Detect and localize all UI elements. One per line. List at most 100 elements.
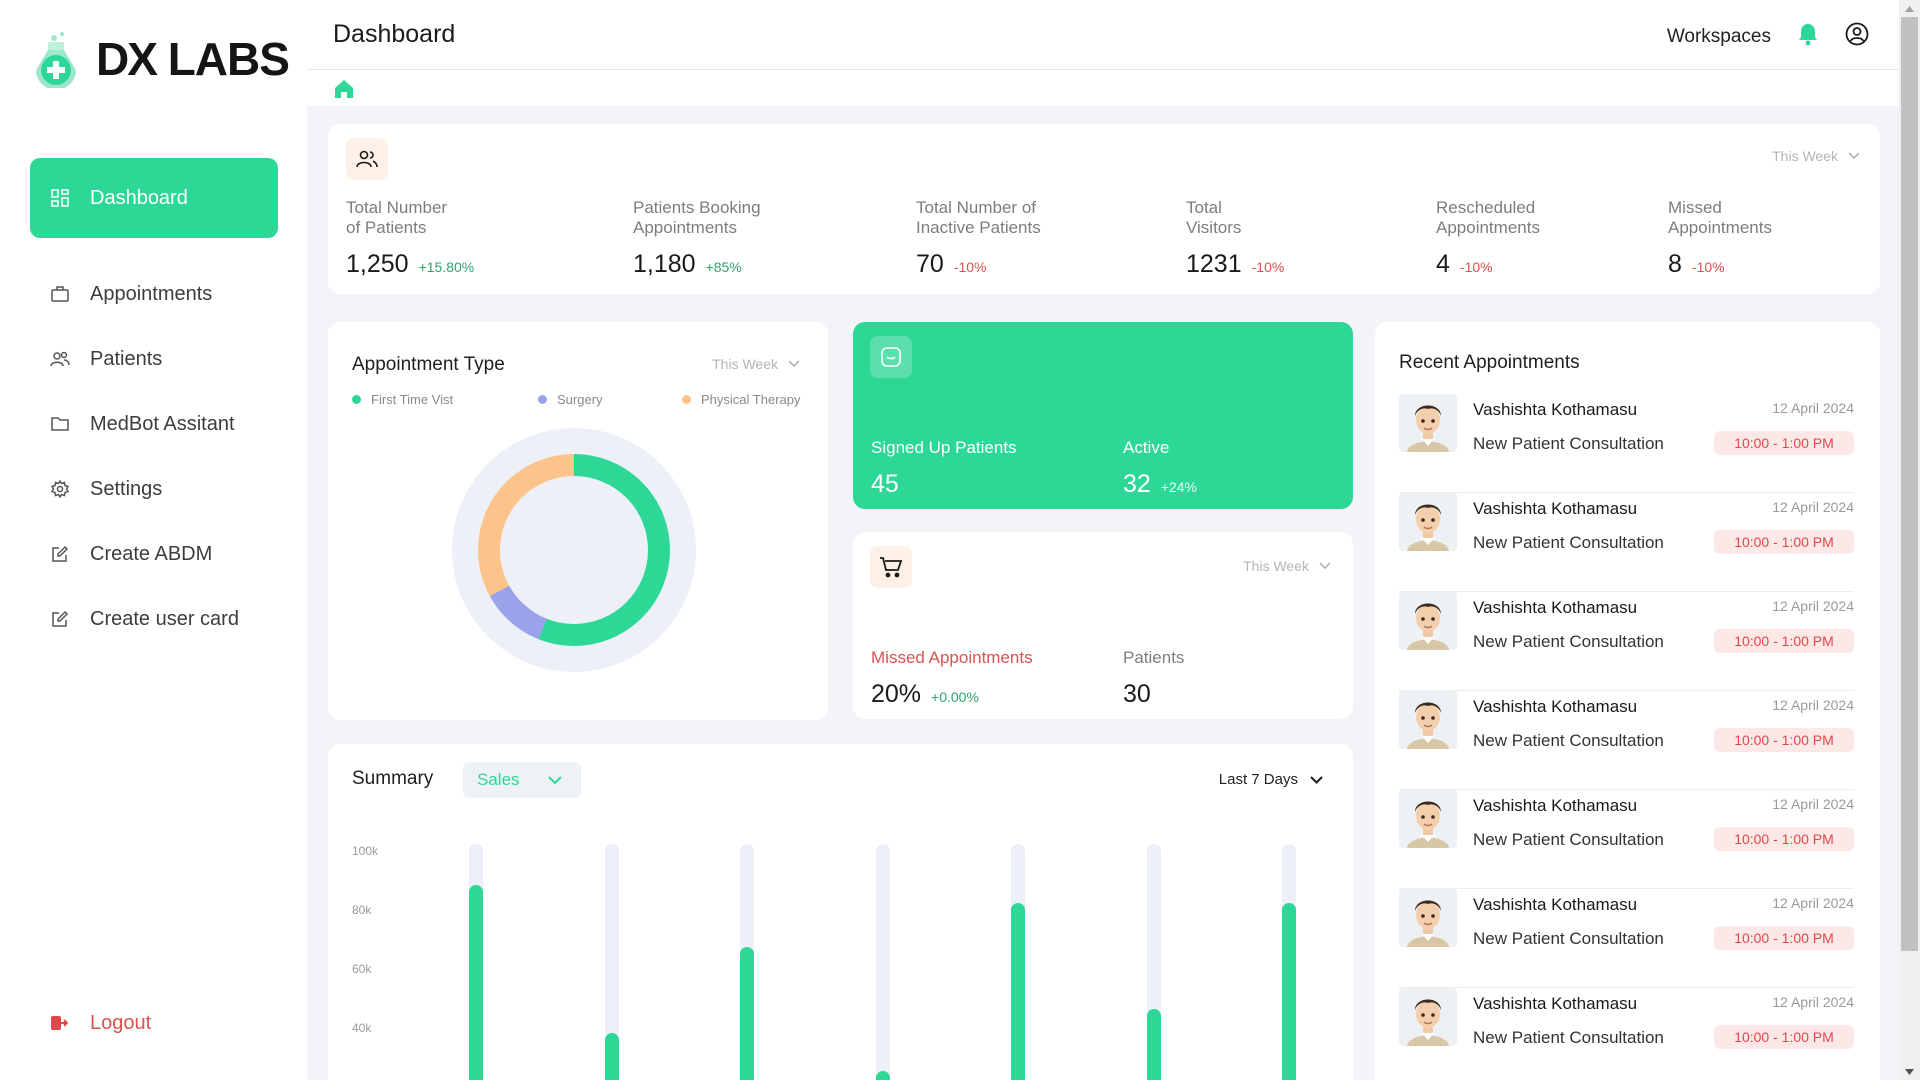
stat-value: 8 — [1668, 250, 1682, 278]
logout-button[interactable]: Logout — [50, 1012, 151, 1035]
patient-name: Vashishta Kothamasu — [1473, 796, 1638, 815]
sidebar-item-label: Create user card — [90, 607, 239, 630]
stat-value: 20% — [871, 680, 922, 708]
appointment-type: New Patient Consultation — [1473, 632, 1664, 651]
stat-rescheduled-appointments: Rescheduled Appointments 4 -10% — [1436, 198, 1540, 279]
recent-appointments-card: Recent Appointments Vashishta Kothamasu N… — [1375, 322, 1880, 1080]
appointment-time-badge: 10:00 - 1:00 PM — [1714, 431, 1854, 455]
scroll-up-arrow-icon[interactable] — [1899, 0, 1920, 17]
scrollbar-thumb[interactable] — [1901, 17, 1918, 951]
page-scrollbar[interactable] — [1899, 0, 1920, 1080]
stat-change: -10% — [1251, 259, 1285, 275]
scroll-down-arrow-icon[interactable] — [1899, 1063, 1920, 1080]
period-label: This Week — [712, 356, 778, 372]
appointment-list-item[interactable]: Vashishta Kothamasu New Patient Consultat… — [1399, 394, 1854, 493]
sidebar-item-medbot-assistant[interactable]: MedBot Assitant — [30, 392, 278, 456]
chevron-down-icon — [788, 360, 800, 368]
summary-card: Summary Sales Last 7 Days 100k 80k 60k 4… — [328, 744, 1353, 1080]
stat-label: Patients Booking Appointments — [633, 198, 761, 237]
appointment-list-item[interactable]: Vashishta Kothamasu New Patient Consultat… — [1399, 889, 1854, 988]
sidebar-item-appointments[interactable]: Appointments — [30, 262, 278, 326]
appointment-time-badge: 10:00 - 1:00 PM — [1714, 728, 1854, 752]
appointment-date: 12 April 2024 — [1772, 598, 1854, 614]
users-icon — [346, 138, 388, 180]
bar[interactable] — [876, 1071, 890, 1080]
sidebar-item-patients[interactable]: Patients — [30, 327, 278, 391]
appointment-list-item[interactable]: Vashishta Kothamasu New Patient Consultat… — [1399, 592, 1854, 691]
users-icon — [50, 349, 70, 369]
bar[interactable] — [1011, 903, 1025, 1080]
stat-change: -10% — [1691, 259, 1725, 275]
sidebar-item-create-user-card[interactable]: Create user card — [30, 587, 278, 651]
patient-name: Vashishta Kothamasu — [1473, 994, 1638, 1013]
sidebar-item-label: Settings — [90, 477, 163, 500]
y-tick-label: 40k — [352, 1021, 372, 1035]
card-title: Appointment Type — [352, 354, 505, 375]
appointment-type-period-select[interactable]: This Week — [712, 356, 800, 372]
appointment-time-badge: 10:00 - 1:00 PM — [1714, 629, 1854, 653]
bell-icon[interactable] — [1797, 22, 1819, 51]
bar[interactable] — [1282, 903, 1296, 1080]
stat-value: 4 — [1436, 250, 1450, 278]
appointment-date: 12 April 2024 — [1772, 400, 1854, 416]
appointment-type: New Patient Consultation — [1473, 533, 1664, 552]
bar-track — [740, 844, 754, 1080]
appointment-list-item[interactable]: Vashishta Kothamasu New Patient Consultat… — [1399, 790, 1854, 889]
appointment-time-badge: 10:00 - 1:00 PM — [1714, 926, 1854, 950]
legend-dot — [538, 395, 547, 404]
sidebar-item-settings[interactable]: Settings — [30, 457, 278, 521]
stat-change: +24% — [1160, 479, 1198, 495]
appointment-type-donut — [452, 428, 696, 672]
stat-missed-appointments: Missed Appointments 8 -10% — [1668, 198, 1772, 279]
stat-change: -10% — [953, 259, 987, 275]
stat-inactive-patients: Total Number of Inactive Patients 70 -10% — [916, 198, 1041, 279]
legend-item-surgery: Surgery — [538, 392, 603, 407]
bar[interactable] — [1147, 1009, 1161, 1080]
bar[interactable] — [469, 885, 483, 1080]
avatar — [1399, 889, 1457, 947]
logout-label: Logout — [90, 1012, 152, 1034]
bar-track — [1147, 844, 1161, 1080]
sidebar-item-create-abdm[interactable]: Create ABDM — [30, 522, 278, 586]
stat-label: Total Number of Patients — [346, 198, 448, 237]
appointment-list-item[interactable]: Vashishta Kothamasu New Patient Consultat… — [1399, 691, 1854, 790]
avatar — [1399, 691, 1457, 749]
appointment-time-badge: 10:00 - 1:00 PM — [1714, 530, 1854, 554]
chevron-down-icon — [1848, 152, 1860, 160]
bar-track — [469, 844, 483, 1080]
legend-dot — [682, 395, 691, 404]
flask-logo-icon — [36, 32, 76, 88]
stat-label: Total Number of Inactive Patients — [916, 198, 1041, 237]
workspaces-link[interactable]: Workspaces — [1667, 26, 1771, 48]
active-patients-stat: Active 32 +24% — [1123, 438, 1197, 499]
bar[interactable] — [740, 947, 754, 1080]
breadcrumb — [307, 70, 1899, 106]
sidebar-item-dashboard[interactable]: Dashboard — [30, 158, 278, 238]
bar-track — [876, 844, 890, 1080]
summary-metric-select[interactable]: Sales — [463, 762, 581, 798]
card-title: Summary — [352, 768, 434, 789]
appointment-type: New Patient Consultation — [1473, 731, 1664, 750]
avatar — [1399, 790, 1457, 848]
y-tick-label: 80k — [352, 903, 372, 917]
signed-up-patients-stat: Signed Up Patients 45 — [871, 438, 1017, 499]
stat-change: -10% — [1459, 259, 1493, 275]
appointment-list-item[interactable]: Vashishta Kothamasu New Patient Consultat… — [1399, 988, 1854, 1080]
sidebar-item-label: Create ABDM — [90, 542, 213, 565]
stat-value: 32 — [1123, 470, 1151, 498]
stats-period-select[interactable]: This Week — [1772, 148, 1860, 164]
brand-logo[interactable]: DX LABS — [32, 30, 290, 88]
period-label: This Week — [1243, 558, 1309, 574]
missed-period-select[interactable]: This Week — [1243, 558, 1331, 574]
summary-range-select[interactable]: Last 7 Days — [1219, 771, 1323, 788]
missed-appointments-card: This Week Missed Appointments 20% +0.00% … — [853, 532, 1353, 719]
bar[interactable] — [605, 1032, 619, 1080]
user-circle-icon[interactable] — [1845, 22, 1869, 51]
appointment-list-item[interactable]: Vashishta Kothamasu New Patient Consultat… — [1399, 493, 1854, 592]
appointment-type: New Patient Consultation — [1473, 830, 1664, 849]
appointment-date: 12 April 2024 — [1772, 796, 1854, 812]
home-icon[interactable] — [333, 78, 355, 100]
appointment-time-badge: 10:00 - 1:00 PM — [1714, 827, 1854, 851]
stat-label: Active — [1123, 438, 1170, 457]
patient-name: Vashishta Kothamasu — [1473, 499, 1638, 518]
